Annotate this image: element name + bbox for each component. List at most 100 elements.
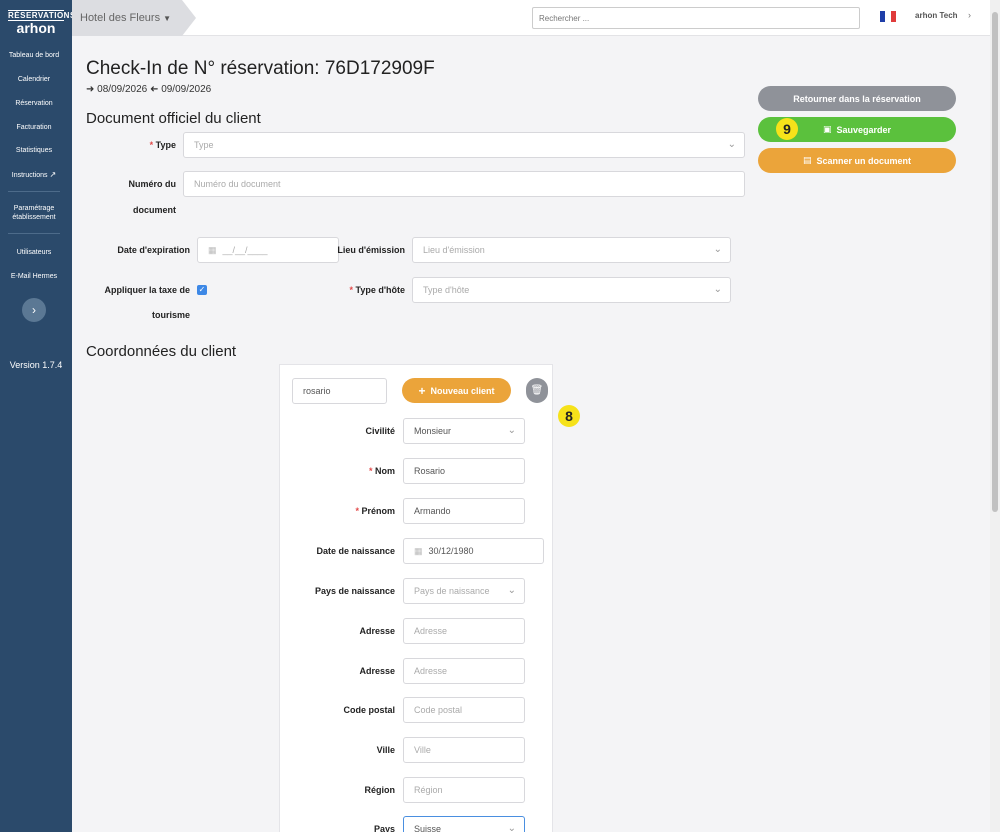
tourist-tax-label-line2: tourisme <box>151 310 190 320</box>
birthdate-input[interactable]: ▦ 30/12/1980 <box>403 538 544 564</box>
issue-place-select[interactable]: Lieu d'émission ⌄ <box>412 237 731 263</box>
annotation-badge: 8 <box>558 405 580 427</box>
country-value: Suisse <box>414 824 442 832</box>
reservation-dates: ➜ 08/09/2026 ➜ 09/09/2026 <box>86 84 211 95</box>
scrollbar[interactable] <box>990 0 1000 832</box>
id-card-icon: ▤ <box>802 155 812 165</box>
chevron-down-icon: ⌄ <box>727 139 736 150</box>
country-label: Pays <box>373 824 395 832</box>
plus-icon: + <box>418 383 426 398</box>
document-number-input[interactable]: Numéro du document <box>183 171 745 197</box>
document-section-title: Document officiel du client <box>86 110 261 127</box>
region-label: Région <box>364 785 396 795</box>
calendar-icon: ▦ <box>414 546 423 556</box>
expiry-date-label: Date d'expiration <box>117 245 190 255</box>
guest-type-placeholder: Type d'hôte <box>423 285 470 295</box>
civility-value: Monsieur <box>414 426 452 436</box>
sidebar-item-users[interactable]: Utilisateurs <box>0 248 68 257</box>
new-client-button[interactable]: + Nouveau client <box>402 378 511 403</box>
issue-place-placeholder: Lieu d'émission <box>423 245 485 255</box>
issue-place-label: Lieu d'émission <box>337 245 405 255</box>
address1-input[interactable]: Adresse <box>403 618 525 644</box>
birth-country-placeholder: Pays de naissance <box>414 586 490 596</box>
type-label: * Type <box>149 140 176 150</box>
logo-main: arhon <box>16 20 56 36</box>
lastname-input[interactable]: Rosario <box>403 458 525 484</box>
guest-type-label: * Type d'hôte <box>349 285 406 295</box>
firstname-label: * Prénom <box>355 506 395 516</box>
calendar-icon: ▦ <box>208 245 217 255</box>
address2-input[interactable]: Adresse <box>403 658 525 684</box>
trash-icon: 🗑 <box>530 385 544 396</box>
annotation-badge: 9 <box>776 118 798 140</box>
sidebar-item-billing[interactable]: Facturation <box>0 123 68 132</box>
chevron-down-icon: ⌄ <box>713 284 722 295</box>
sidebar: RÉSERVATIONS arhon Tableau de bord Calen… <box>0 0 75 832</box>
client-section-title: Coordonnées du client <box>86 343 237 360</box>
page-title: Check-In de N° réservation: 76D172909F <box>86 58 435 79</box>
postal-code-label: Code postal <box>343 705 395 715</box>
birthdate-label: Date de naissance <box>316 546 395 556</box>
sidebar-item-instructions-label: Instructions <box>11 172 48 179</box>
hotel-name: Hotel des Fleurs <box>80 12 161 24</box>
sidebar-item-dashboard[interactable]: Tableau de bord <box>0 51 68 60</box>
birthdate-value: 30/12/1980 <box>428 546 474 556</box>
save-button-label: Sauvegarder <box>836 124 892 135</box>
firstname-input[interactable]: Armando <box>403 498 525 524</box>
chevron-right-icon: › <box>32 303 36 317</box>
nav-divider <box>8 191 60 192</box>
chevron-down-icon: ⌄ <box>507 425 516 436</box>
city-label: Ville <box>376 745 395 755</box>
country-select[interactable]: Suisse ⌄ <box>403 816 525 832</box>
document-number-label: Numéro du <box>128 179 176 189</box>
tourist-tax-label: Appliquer la taxe de <box>104 285 190 295</box>
chevron-right-icon[interactable]: › <box>968 10 971 20</box>
date-in: 08/09/2026 <box>97 84 148 95</box>
postal-code-input[interactable]: Code postal <box>403 697 525 723</box>
tourist-tax-checkbox[interactable]: ✓ <box>197 285 207 295</box>
address1-label: Adresse <box>359 626 395 636</box>
region-input[interactable]: Région <box>403 777 525 803</box>
document-number-label-line2: document <box>132 205 176 215</box>
user-menu[interactable]: arhon Tech <box>915 11 958 20</box>
breadcrumb-arrow <box>182 0 196 36</box>
civility-label: Civilité <box>365 426 395 436</box>
expiry-placeholder: __/__/____ <box>222 245 268 255</box>
civility-select[interactable]: Monsieur ⌄ <box>403 418 525 444</box>
sidebar-expand-button[interactable]: › <box>22 298 46 322</box>
chevron-down-icon: ⌄ <box>507 585 516 596</box>
sidebar-item-reservation[interactable]: Réservation <box>0 99 68 108</box>
sidebar-item-statistics[interactable]: Statistiques <box>0 146 68 155</box>
chevron-down-icon: ⌄ <box>713 244 722 255</box>
sidebar-item-calendar[interactable]: Calendrier <box>0 75 68 84</box>
scrollbar-thumb[interactable] <box>992 12 998 512</box>
hotel-selector[interactable]: Hotel des Fleurs ▼ <box>72 0 182 36</box>
search-input[interactable] <box>532 7 860 29</box>
new-client-label: Nouveau client <box>430 385 495 396</box>
birth-country-label: Pays de naissance <box>314 586 395 596</box>
nav-divider <box>8 233 60 234</box>
back-to-reservation-button[interactable]: Retourner dans la réservation <box>758 86 956 111</box>
chevron-down-icon: ⌄ <box>507 823 516 832</box>
client-search-input[interactable]: rosario <box>292 378 387 404</box>
sidebar-item-settings[interactable]: Paramétrage établissement <box>0 204 68 222</box>
arrow-left-icon: ➜ <box>150 84 159 95</box>
type-select[interactable]: Type ⌄ <box>183 132 745 158</box>
birth-country-select[interactable]: Pays de naissance ⌄ <box>403 578 525 604</box>
guest-type-select[interactable]: Type d'hôte ⌄ <box>412 277 731 303</box>
logo: RÉSERVATIONS arhon <box>8 10 75 36</box>
lastname-label: * Nom <box>368 466 395 476</box>
scan-document-button[interactable]: ▤ Scanner un document <box>758 148 956 173</box>
french-flag-icon[interactable] <box>880 11 896 22</box>
save-icon: ▣ <box>822 124 832 134</box>
address2-label: Adresse <box>359 666 395 676</box>
delete-client-button[interactable]: 🗑 <box>526 378 548 403</box>
sidebar-item-instructions[interactable]: Instructions ↗ <box>0 170 68 180</box>
topbar: Hotel des Fleurs ▼ arhon Tech › <box>72 0 990 36</box>
expiry-date-input[interactable]: ▦ __/__/____ <box>197 237 339 263</box>
date-out: 09/09/2026 <box>161 84 212 95</box>
sidebar-item-email[interactable]: E-Mail Hermes <box>0 272 68 281</box>
caret-down-icon: ▼ <box>163 13 172 23</box>
external-link-icon: ↗ <box>49 170 57 179</box>
city-input[interactable]: Ville <box>403 737 525 763</box>
